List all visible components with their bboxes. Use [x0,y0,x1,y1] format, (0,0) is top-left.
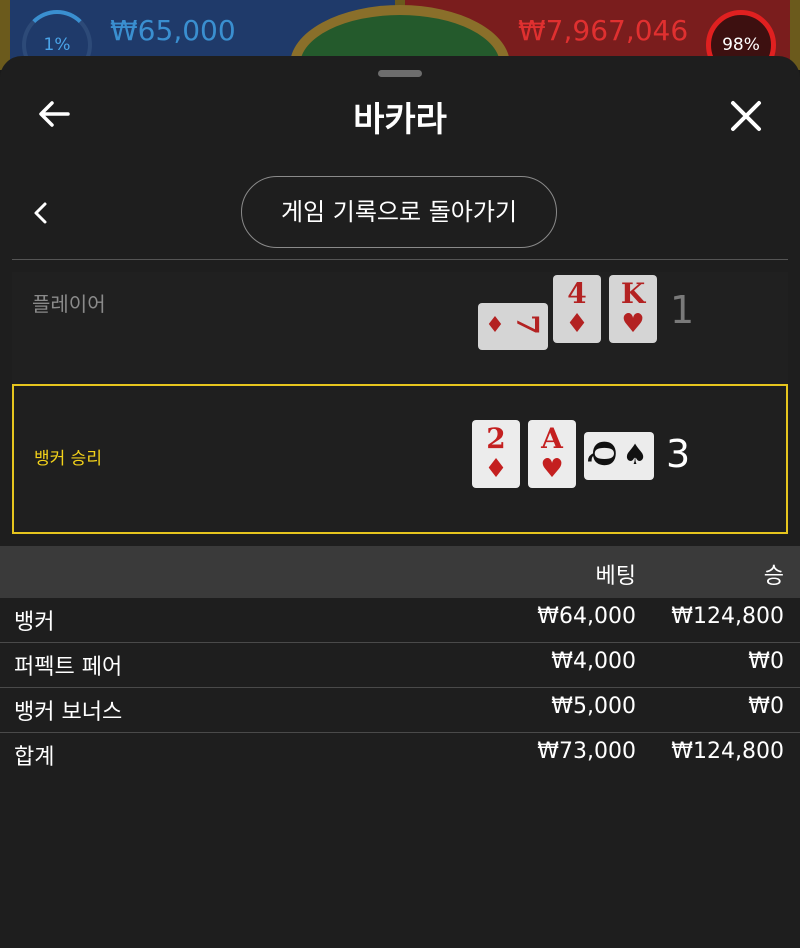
playing-card: A ♥ [528,420,576,488]
table-row: 퍼펙트 페어 ₩4,000 ₩0 [0,643,800,688]
card-rank: A [541,422,563,455]
card-rank: 4 [567,277,587,310]
win-amount: ₩124,800 [671,604,784,629]
game-detail-sheet: 바카라 게임 기록으로 돌아가기 플레이어 ♦ 7 4 ♦ K ♥ 1 뱅커 승… [0,56,800,948]
playing-card: 4 ♦ [553,275,601,343]
table-row: 뱅커 보너스 ₩5,000 ₩0 [0,688,800,733]
bets-table-header: 베팅 승 [0,546,800,598]
chevron-left-icon [34,202,47,224]
card-rank: 7 [509,314,545,335]
card-suit: ♦ [565,309,589,339]
bet-amount: ₩5,000 [551,694,636,719]
total-label: 합계 [14,745,55,770]
banker-total-amount: ₩7,967,046 [518,14,689,47]
win-amount: ₩0 [748,649,784,674]
bet-name: 뱅커 보너스 [14,700,123,725]
playing-card: ♦ 7 [478,303,548,350]
banker-score: 3 [666,432,691,476]
card-suit: ♥ [540,454,564,484]
player-total-amount: ₩65,000 [110,14,236,47]
bet-name: 퍼펙트 페어 [14,655,123,680]
bet-amount: ₩4,000 [551,649,636,674]
page-title: 바카라 [353,100,447,140]
sheet-drag-handle[interactable] [378,70,422,77]
divider [12,259,788,260]
card-suit: ♠ [622,438,648,471]
banker-win-label: 뱅커 승리 [34,449,102,469]
playing-card: Q ♠ [584,432,654,480]
total-win-amount: ₩124,800 [671,739,784,764]
win-column-header: 승 [763,564,784,589]
player-score: 1 [670,288,695,332]
card-suit: ♥ [621,309,645,339]
bet-name: 뱅커 [14,610,55,635]
previous-round-button[interactable] [30,198,52,228]
total-bet-amount: ₩73,000 [537,739,636,764]
player-label: 플레이어 [32,292,106,316]
banker-result-row: 뱅커 승리 2 ♦ A ♥ Q ♠ 3 [12,384,788,534]
card-suit: ♦ [484,454,508,484]
close-icon [731,101,761,131]
bet-amount: ₩64,000 [537,604,636,629]
card-rank: 2 [486,422,506,455]
close-button[interactable] [726,96,766,136]
card-rank: K [620,277,646,310]
win-amount: ₩0 [748,694,784,719]
back-to-history-button[interactable]: 게임 기록으로 돌아가기 [241,176,557,248]
table-total-row: 합계 ₩73,000 ₩124,800 [0,733,800,777]
bet-column-header: 베팅 [595,564,636,589]
player-result-row: 플레이어 ♦ 7 4 ♦ K ♥ 1 [12,272,788,384]
playing-card: K ♥ [609,275,657,343]
table-row: 뱅커 ₩64,000 ₩124,800 [0,598,800,643]
playing-card: 2 ♦ [472,420,520,488]
